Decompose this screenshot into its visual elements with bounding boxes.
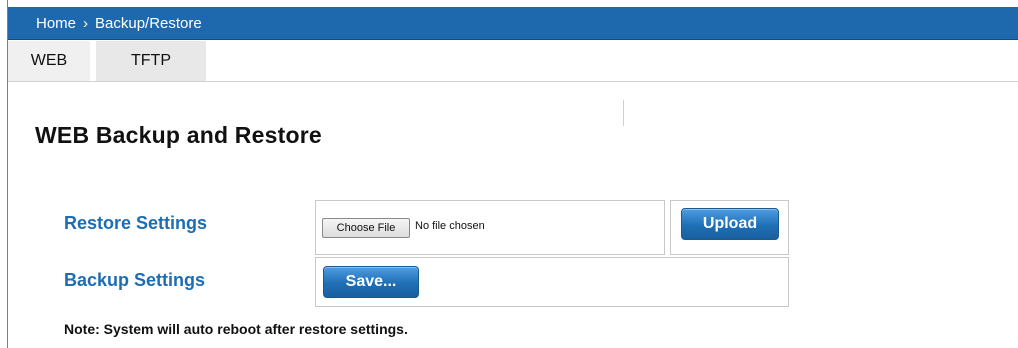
upload-button[interactable]: Upload [681,208,779,240]
file-status-text: No file chosen [415,220,485,232]
reboot-note: Note: System will auto reboot after rest… [64,321,408,337]
save-button[interactable]: Save... [323,266,419,298]
tab-divider [8,81,1018,82]
breadcrumb-separator: › [83,15,89,32]
breadcrumb-current: Backup/Restore [95,15,202,32]
breadcrumb: Home › Backup/Restore [8,7,1018,40]
tab-tftp[interactable]: TFTP [96,41,206,81]
breadcrumb-home-link[interactable]: Home [36,15,76,32]
restore-settings-label: Restore Settings [64,213,208,233]
tab-web[interactable]: WEB [8,41,90,81]
backup-settings-label: Backup Settings [64,270,206,290]
page-title: WEB Backup and Restore [35,122,322,148]
vertical-divider [623,100,624,126]
choose-file-button[interactable]: Choose File [322,218,410,238]
